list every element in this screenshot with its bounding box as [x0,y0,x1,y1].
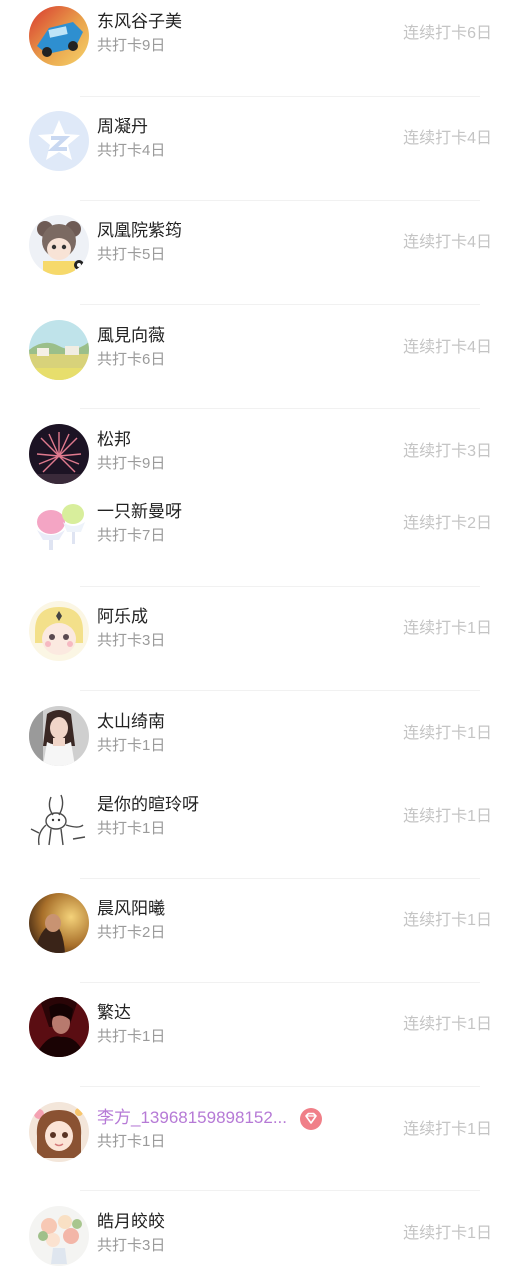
consecutive-checkin-days: 连续打卡4日 [403,339,492,356]
user-name: 太山绮南 [97,712,165,731]
bear-girl-illustration-icon[interactable] [29,215,89,275]
divider [80,408,480,409]
flower-bouquet-photo-icon[interactable] [29,1206,89,1266]
list-item[interactable]: 是你的暄玲呀 共打卡1日 连续打卡1日 [0,789,522,865]
consecutive-checkin-days: 连续打卡6日 [403,25,492,42]
divider [80,982,480,983]
user-name: 松邦 [97,430,131,449]
divider [80,690,480,691]
list-item[interactable]: 一只新曼呀 共打卡7日 连续打卡2日 [0,496,522,572]
list-item[interactable]: 松邦 共打卡9日 连续打卡3日 [0,424,522,500]
total-checkin-days: 共打卡1日 [97,1028,166,1045]
blonde-anime-girl-icon[interactable] [29,601,89,661]
list-item[interactable]: 阿乐成 共打卡3日 连续打卡1日 [0,601,522,677]
list-item[interactable]: 風見向薇 共打卡6日 连续打卡4日 [0,320,522,396]
vip-diamond-icon [300,1108,322,1130]
divider [80,304,480,305]
divider [80,586,480,587]
consecutive-checkin-days: 连续打卡1日 [403,808,492,825]
total-checkin-days: 共打卡1日 [97,737,166,754]
list-item[interactable]: 繁达 共打卡1日 连续打卡1日 [0,997,522,1073]
brown-hair-anime-girl-icon[interactable] [29,1102,89,1162]
consecutive-checkin-days: 连续打卡1日 [403,1121,492,1138]
total-checkin-days: 共打卡3日 [97,632,166,649]
total-checkin-days: 共打卡1日 [97,820,166,837]
total-checkin-days: 共打卡2日 [97,924,166,941]
list-item[interactable]: 东风谷子美 共打卡9日 连续打卡6日 [0,6,522,82]
consecutive-checkin-days: 连续打卡2日 [403,515,492,532]
landscape-painting-icon[interactable] [29,320,89,380]
list-item[interactable]: 李方_13968159898152... 共打卡1日 连续打卡1日 [0,1102,522,1178]
user-name: 东风谷子美 [97,12,182,31]
user-name: 周凝丹 [97,117,148,136]
total-checkin-days: 共打卡5日 [97,246,166,263]
user-name: 阿乐成 [97,607,148,626]
user-name: 皓月皎皎 [97,1212,165,1231]
consecutive-checkin-days: 连续打卡3日 [403,443,492,460]
divider [80,1190,480,1191]
user-name: 是你的暄玲呀 [97,795,199,814]
consecutive-checkin-days: 连续打卡4日 [403,234,492,251]
divider [80,200,480,201]
divider [80,1086,480,1087]
default-star-avatar-icon[interactable] [29,111,89,171]
total-checkin-days: 共打卡7日 [97,527,166,544]
user-name: 繁达 [97,1003,131,1022]
total-checkin-days: 共打卡4日 [97,142,166,159]
consecutive-checkin-days: 连续打卡1日 [403,725,492,742]
list-item[interactable]: 周凝丹 共打卡4日 连续打卡4日 [0,111,522,187]
user-name: 李方_13968159898152... [97,1108,287,1127]
total-checkin-days: 共打卡3日 [97,1237,166,1254]
checkin-ranking-list: 东风谷子美 共打卡9日 连续打卡6日 周凝丹 共打卡4日 连续打卡4日 凤凰院紫… [0,0,522,1280]
consecutive-checkin-days: 连续打卡1日 [403,1016,492,1033]
golden-light-photo-icon[interactable] [29,893,89,953]
total-checkin-days: 共打卡9日 [97,455,166,472]
consecutive-checkin-days: 连续打卡1日 [403,620,492,637]
divider [80,96,480,97]
consecutive-checkin-days: 连续打卡1日 [403,1225,492,1242]
user-name: 風見向薇 [97,326,165,345]
consecutive-checkin-days: 连续打卡4日 [403,130,492,147]
divider [80,878,480,879]
blue-car-photo-icon[interactable] [29,6,89,66]
list-item[interactable]: 凤凰院紫筠 共打卡5日 连续打卡4日 [0,215,522,291]
total-checkin-days: 共打卡9日 [97,37,166,54]
shaved-ice-dessert-icon[interactable] [29,496,89,556]
list-item[interactable]: 太山绮南 共打卡1日 连续打卡1日 [0,706,522,782]
user-name: 一只新曼呀 [97,502,182,521]
user-name: 凤凰院紫筠 [97,221,182,240]
pink-firework-photo-icon[interactable] [29,424,89,484]
dark-red-portrait-icon[interactable] [29,997,89,1057]
total-checkin-days: 共打卡1日 [97,1133,166,1150]
bunny-sketch-icon[interactable] [29,789,89,849]
list-item[interactable]: 皓月皎皎 共打卡3日 连续打卡1日 [0,1206,522,1282]
woman-portrait-photo-icon[interactable] [29,706,89,766]
user-name: 晨风阳曦 [97,899,165,918]
total-checkin-days: 共打卡6日 [97,351,166,368]
list-item[interactable]: 晨风阳曦 共打卡2日 连续打卡1日 [0,893,522,969]
consecutive-checkin-days: 连续打卡1日 [403,912,492,929]
